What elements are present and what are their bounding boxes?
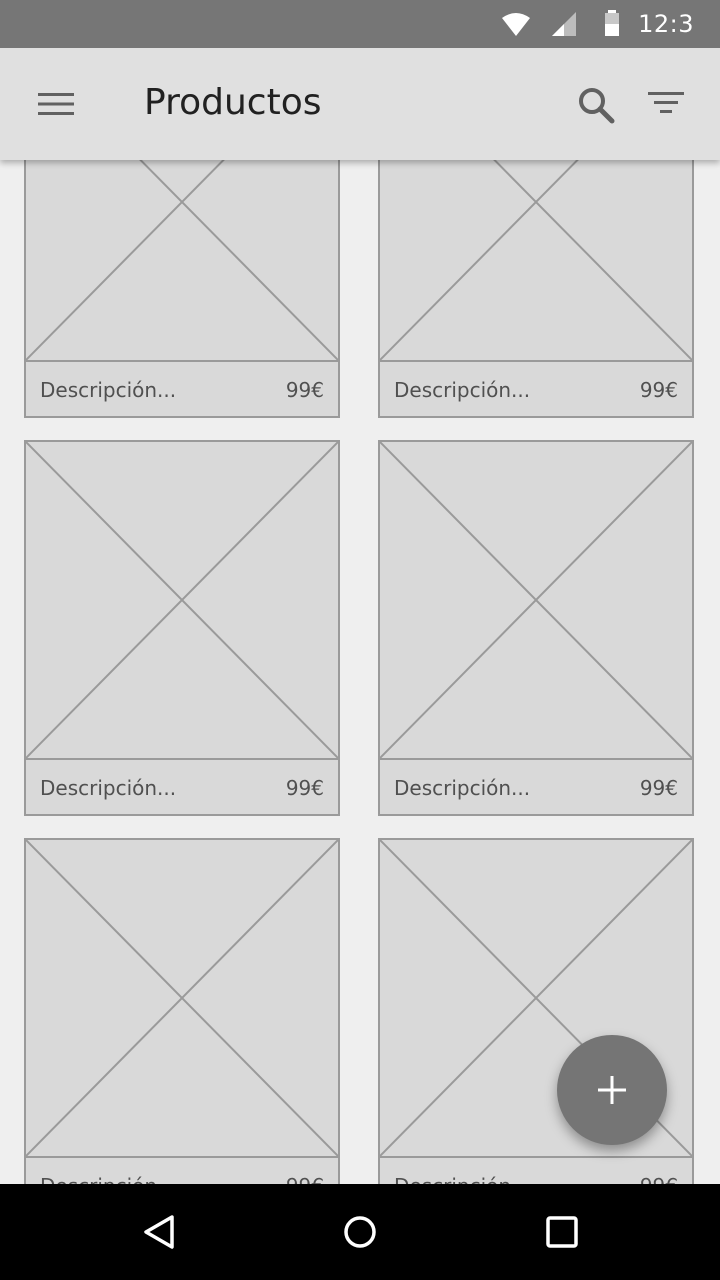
product-description: Descripción...	[40, 378, 177, 402]
product-description: Descripción...	[394, 776, 531, 800]
product-card[interactable]: Descripción... 99€	[24, 440, 340, 816]
battery-icon	[605, 10, 619, 36]
add-product-button[interactable]	[557, 1035, 667, 1145]
product-grid[interactable]: Descripción... 99€ Descripción... 99€ De…	[0, 160, 720, 1184]
product-description: Descripción...	[394, 1174, 530, 1184]
recents-button[interactable]	[538, 1208, 586, 1256]
search-button[interactable]	[568, 76, 624, 132]
menu-button[interactable]	[28, 76, 84, 132]
product-card[interactable]: Descripción... 99€	[24, 160, 340, 418]
image-placeholder-icon	[26, 442, 338, 758]
search-icon	[579, 88, 615, 124]
product-image-placeholder	[26, 442, 338, 760]
product-price: 99€	[639, 776, 678, 800]
product-footer: Descripción... 99€	[26, 1158, 338, 1184]
filter-button[interactable]	[638, 76, 694, 132]
page-title: Productos	[144, 82, 322, 123]
back-icon	[144, 1215, 174, 1249]
status-time: 12:3	[638, 10, 694, 38]
product-price: 99€	[285, 776, 324, 800]
product-footer: Descripción... 99€	[380, 760, 692, 814]
navigation-bar	[0, 1184, 720, 1280]
product-card[interactable]: Descripción... 99€	[378, 160, 694, 418]
product-card[interactable]: Descripción... 99€	[378, 440, 694, 816]
add-icon	[598, 1076, 626, 1104]
product-footer: Descripción... 99€	[380, 362, 692, 416]
product-description: Descripción...	[40, 776, 177, 800]
product-image-placeholder	[380, 160, 692, 362]
product-price: 99€	[285, 378, 324, 402]
cell-signal-icon	[552, 12, 576, 36]
product-description: Descripción...	[40, 1174, 176, 1184]
menu-icon	[38, 93, 74, 115]
app-bar: Productos	[0, 48, 720, 160]
image-placeholder-icon	[380, 160, 692, 360]
image-placeholder-icon	[26, 160, 338, 360]
product-price: 99€	[286, 1174, 324, 1184]
recents-icon	[546, 1216, 578, 1248]
product-price: 99€	[639, 378, 678, 402]
product-footer: Descripción... 99€	[380, 1158, 692, 1184]
image-placeholder-icon	[380, 442, 692, 758]
product-image-placeholder	[380, 442, 692, 760]
product-footer: Descripción... 99€	[26, 760, 338, 814]
status-bar: 12:3	[0, 0, 720, 48]
product-price: 99€	[640, 1174, 678, 1184]
wifi-icon	[502, 13, 530, 36]
home-button[interactable]	[336, 1208, 384, 1256]
filter-icon	[648, 92, 684, 113]
product-image-placeholder	[26, 160, 338, 362]
product-footer: Descripción... 99€	[26, 362, 338, 416]
image-placeholder-icon	[26, 840, 338, 1156]
product-card[interactable]: Descripción... 99€	[24, 838, 340, 1184]
home-icon	[344, 1216, 376, 1248]
product-image-placeholder	[26, 840, 338, 1158]
back-button[interactable]	[136, 1208, 184, 1256]
product-description: Descripción...	[394, 378, 531, 402]
